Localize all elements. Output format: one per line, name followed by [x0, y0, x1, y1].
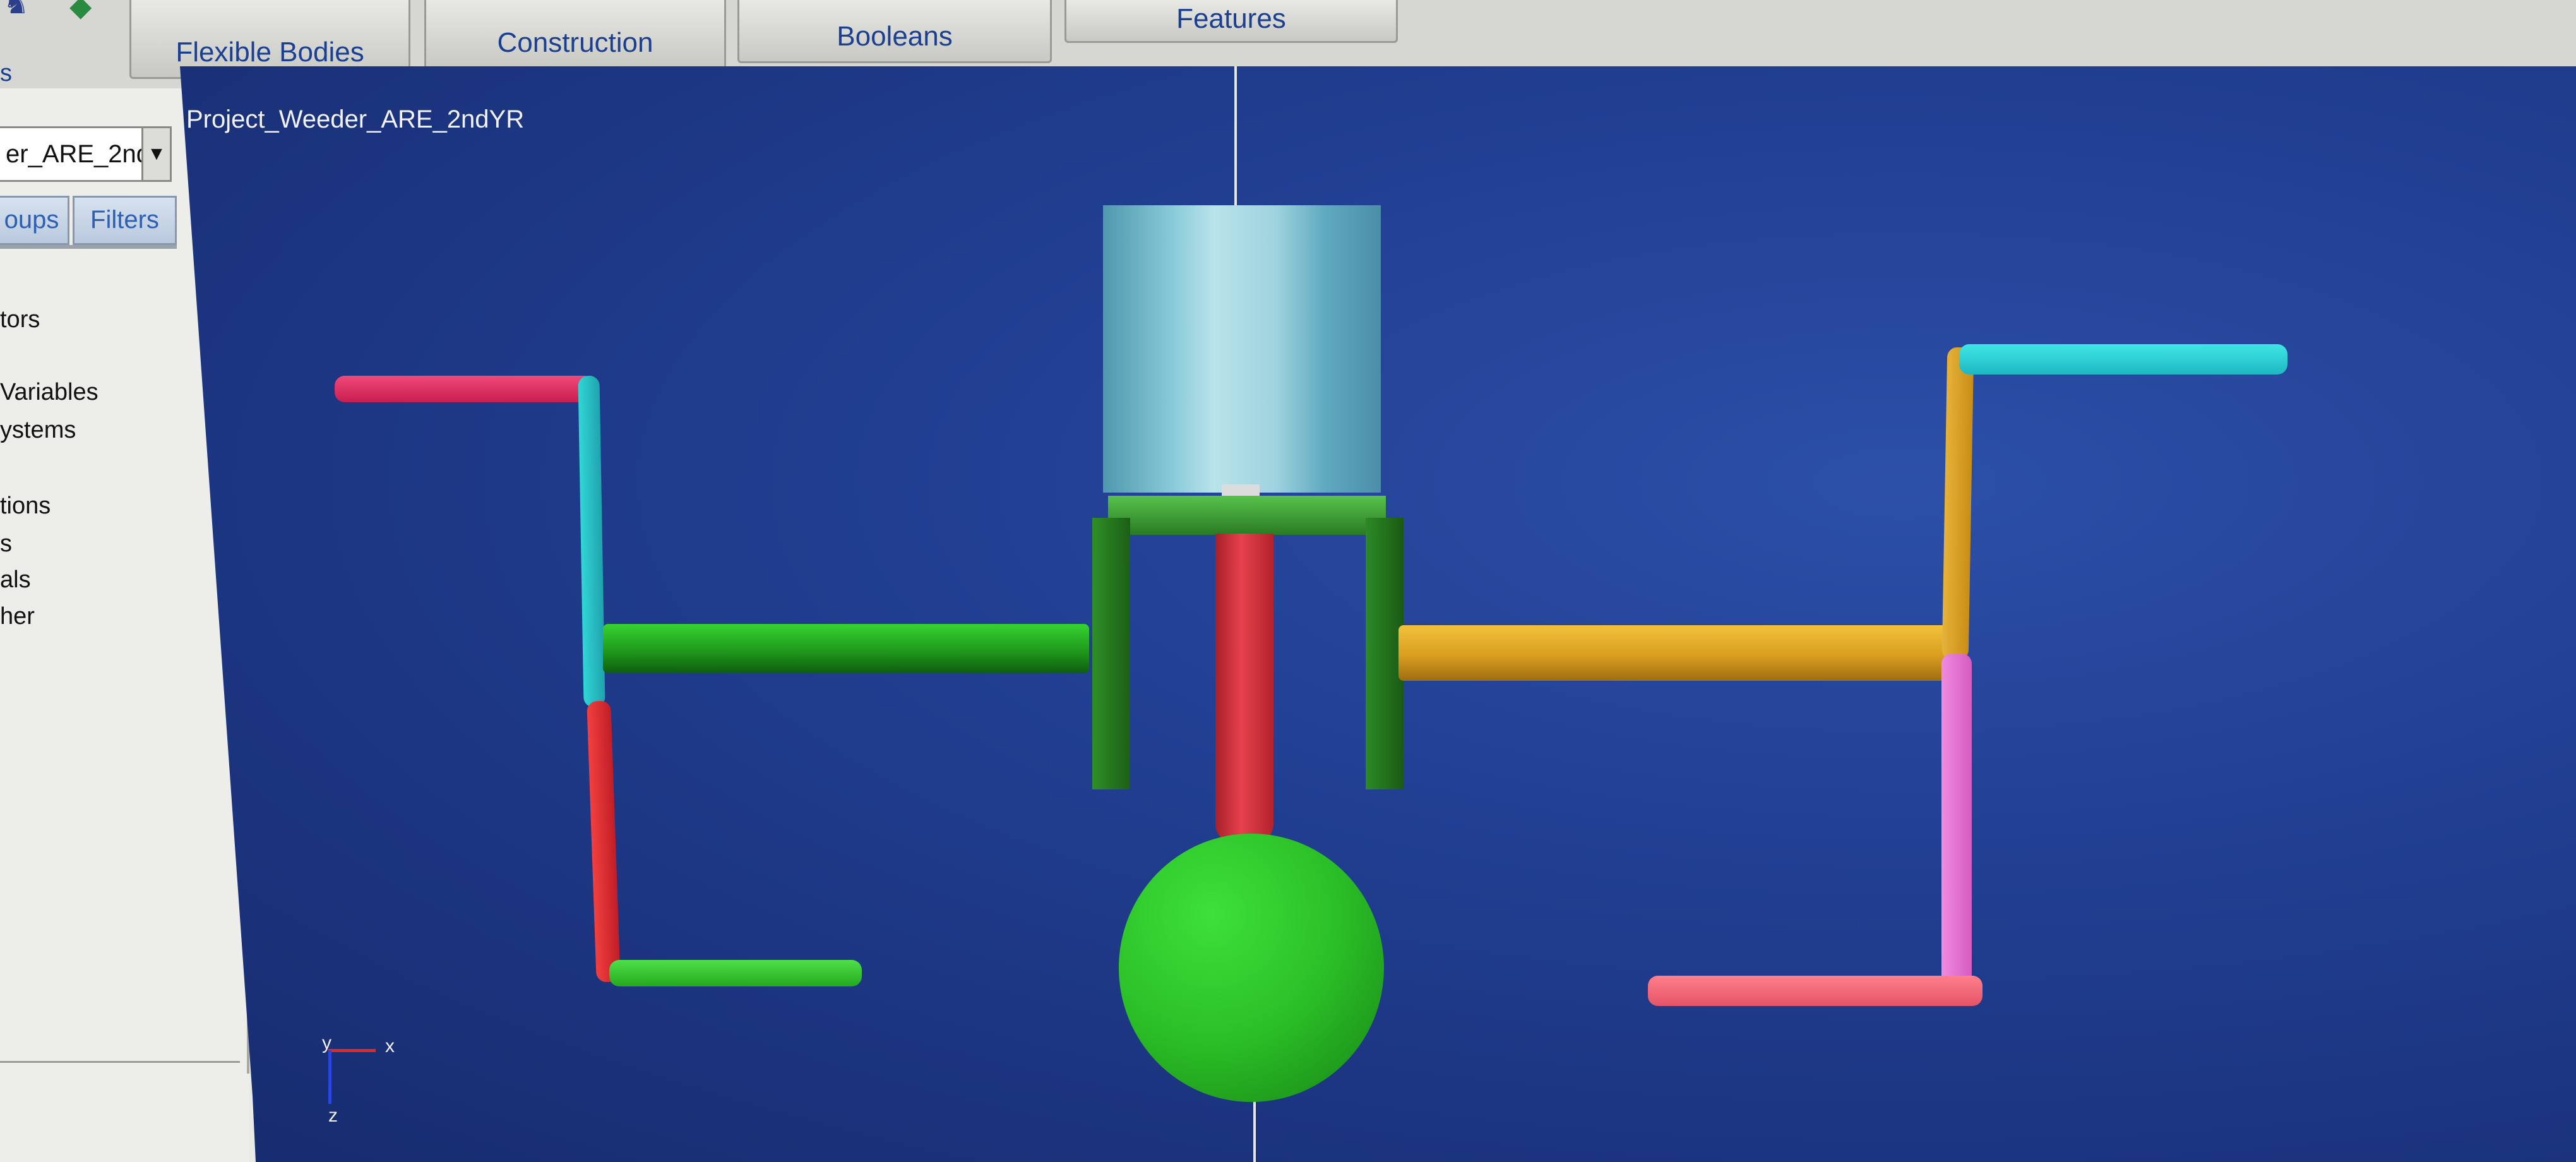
tree-item[interactable]: tors — [0, 306, 40, 333]
tree-item[interactable]: s — [0, 530, 12, 558]
vertical-axis-line — [1234, 66, 1237, 212]
viewport-title: Project_Weeder_ARE_2ndYR — [186, 105, 525, 133]
tab-flexible-bodies-label: Flexible Bodies — [176, 37, 364, 68]
tab-filters[interactable]: Filters — [73, 196, 177, 245]
tab-underline — [0, 245, 177, 249]
piston-rod-red[interactable] — [1215, 534, 1273, 843]
link-magenta-top-left[interactable] — [335, 376, 593, 402]
chevron-down-icon[interactable]: ▼ — [141, 128, 170, 180]
ribbon-left-label: s — [0, 60, 12, 87]
triad-y-label: y — [322, 1033, 331, 1053]
link-red-left[interactable] — [587, 700, 621, 983]
tree-item[interactable]: als — [0, 566, 31, 594]
tree-item[interactable]: tions — [0, 493, 51, 520]
tab-construction[interactable]: Construction — [424, 0, 726, 69]
model-dropdown[interactable]: er_ARE_2nd ▼ — [0, 126, 172, 182]
yoke-right-arm[interactable] — [1366, 518, 1404, 789]
yoke-top[interactable] — [1108, 496, 1386, 535]
vertical-axis-line-lower — [1253, 1096, 1256, 1162]
tree-item[interactable]: Variables — [0, 379, 98, 406]
link-salmon-bottom-right[interactable] — [1648, 976, 1983, 1006]
triad-z-axis — [328, 1050, 331, 1104]
model-dropdown-value: er_ARE_2nd — [6, 140, 151, 168]
tab-filters-label: Filters — [90, 206, 159, 234]
triad-x-axis — [328, 1049, 376, 1052]
triad-z-label: z — [328, 1105, 338, 1126]
tree-item[interactable]: ystems — [0, 417, 76, 444]
link-green-bottom-left[interactable] — [609, 960, 862, 986]
tab-construction-label: Construction — [497, 27, 653, 58]
shaft-gold-right[interactable] — [1398, 625, 1964, 681]
link-cyan-top-right[interactable] — [1959, 344, 2287, 374]
link-gold-vertical[interactable] — [1941, 347, 1974, 661]
tab-groups-label: oups — [4, 206, 59, 234]
yoke-left-arm[interactable] — [1092, 518, 1130, 789]
tab-features[interactable]: Features — [1064, 0, 1398, 43]
cylinder-body[interactable] — [1103, 205, 1381, 493]
triad-x-label: x — [385, 1036, 395, 1057]
tab-groups[interactable]: oups — [0, 196, 69, 245]
3d-viewport[interactable]: Project_Weeder_ARE_2ndYR x y z — [180, 66, 2576, 1162]
tab-booleans-label: Booleans — [837, 21, 953, 52]
tab-booleans[interactable]: Booleans — [737, 0, 1052, 63]
ribbon-icon-arrow[interactable]: ◆ — [69, 0, 92, 23]
tab-features-label: Features — [1176, 3, 1286, 34]
link-cyan-left[interactable] — [578, 375, 605, 708]
link-pink-right[interactable] — [1941, 654, 1972, 998]
panel-separator — [0, 1061, 240, 1063]
tree-item[interactable]: her — [0, 603, 35, 630]
ribbon-icon-group[interactable]: ♞ — [3, 0, 29, 20]
ball-green[interactable] — [1119, 834, 1384, 1102]
shaft-green-left[interactable] — [603, 624, 1089, 673]
